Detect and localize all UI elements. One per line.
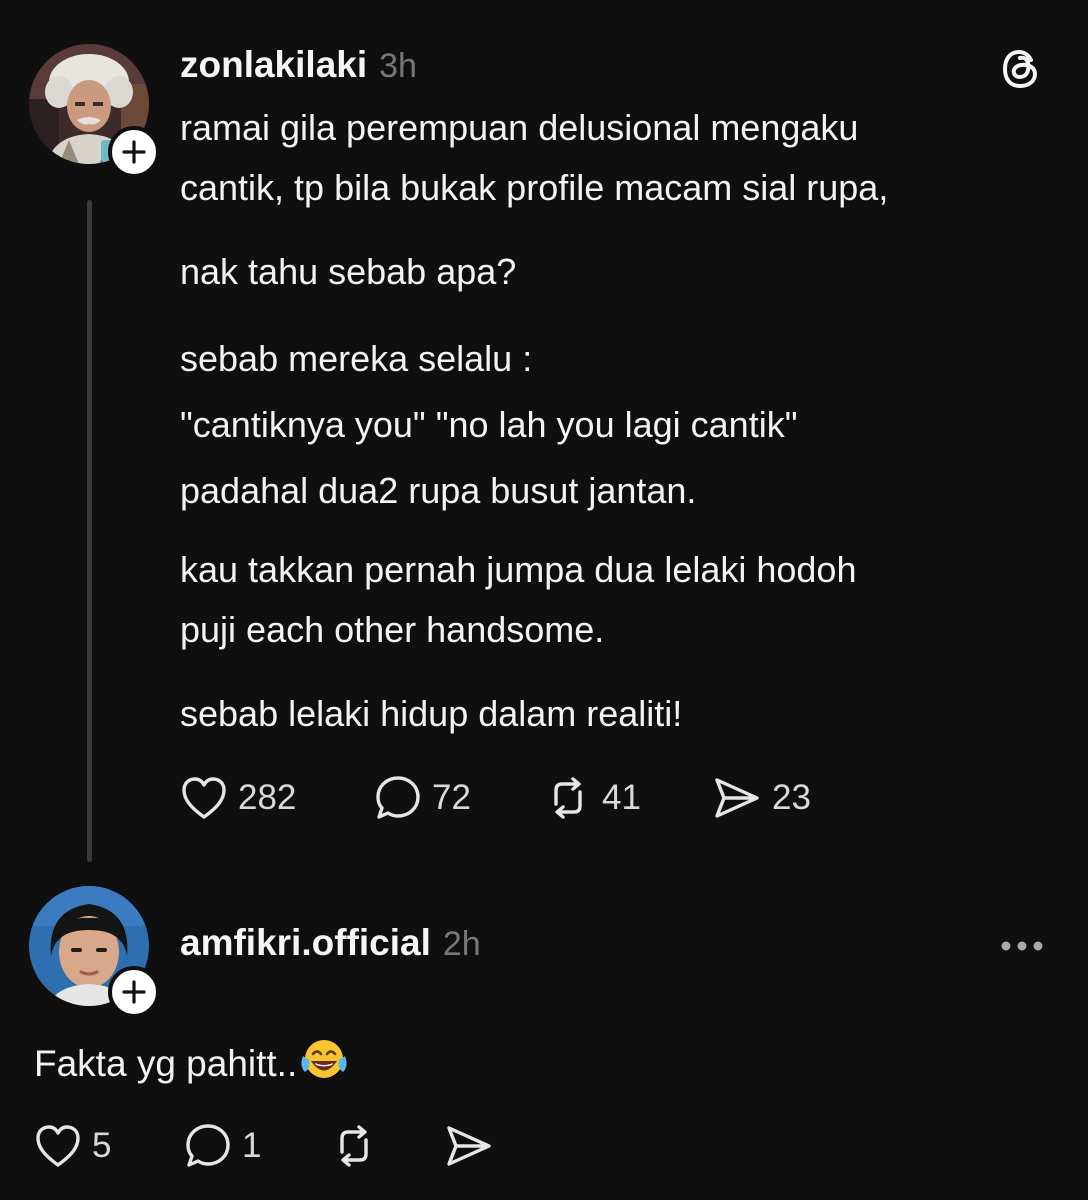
post-username[interactable]: zonlakilaki [180,44,367,86]
like-count: 5 [92,1126,112,1165]
reply-text: Fakta yg pahitt.. [34,1043,298,1084]
reply-button[interactable]: 1 [184,1122,330,1170]
post-line: sebab mereka selalu : [180,338,533,379]
post-paragraph-2: nak tahu sebab apa? [180,242,516,302]
post-paragraph-3: sebab mereka selalu : "cantiknya you" "n… [180,326,797,524]
reply-timestamp: 2h [442,925,481,963]
follow-button[interactable] [108,126,160,178]
heart-icon [36,1125,80,1167]
reply-button[interactable]: 72 [374,774,544,822]
repost-button[interactable]: 41 [544,774,712,822]
thread-connector-line [87,200,92,862]
post-line: cantik, tp bila bukak profile macam sial… [180,167,889,208]
post-action-bar: 282 72 41 23 [180,774,811,822]
reply-header: amfikri.official 2h [180,922,481,964]
reply-action-bar: 5 1 [34,1122,494,1170]
reply-body: Fakta yg pahitt.. [34,1034,349,1100]
post-line: "cantiknya you" "no lah you lagi cantik" [180,404,798,445]
post-paragraph-5: sebab lelaki hidup dalam realiti! [180,684,682,744]
post-line: kau takkan pernah jumpa dua lelaki hodoh [180,549,857,590]
send-icon [715,778,759,818]
post-header: zonlakilaki 3h [180,44,417,86]
reply-count: 1 [242,1126,262,1165]
more-options-icon[interactable] [996,930,1048,962]
reply-username[interactable]: amfikri.official [180,922,431,964]
post-line: sebab lelaki hidup dalam realiti! [180,693,683,734]
repost-icon [554,777,582,819]
post-timestamp: 3h [379,47,417,85]
post-line: ramai gila perempuan delusional mengaku [180,107,859,148]
post-line: nak tahu sebab apa? [180,251,517,292]
like-button[interactable]: 282 [180,775,374,821]
share-button[interactable]: 23 [712,774,811,822]
post-paragraph-4: kau takkan pernah jumpa dua lelaki hodoh… [180,540,856,660]
face-with-tears-of-joy-icon [299,1036,349,1100]
send-icon [447,1126,491,1166]
like-button[interactable]: 5 [34,1123,184,1169]
plus-icon [122,980,146,1004]
threads-logo-icon[interactable] [998,46,1044,92]
share-button[interactable] [444,1122,494,1170]
repost-icon [340,1125,368,1167]
post-paragraph-1: ramai gila perempuan delusional mengaku … [180,98,888,218]
heart-icon [182,777,226,819]
comment-bubble-icon [376,776,420,819]
post-line: puji each other handsome. [180,609,605,650]
post-line: padahal dua2 rupa busut jantan. [180,470,697,511]
reply-count: 72 [432,778,471,817]
like-count: 282 [238,778,297,817]
share-count: 23 [772,778,811,817]
follow-button[interactable] [108,966,160,1018]
repost-count: 41 [602,778,641,817]
comment-bubble-icon [186,1124,230,1167]
repost-button[interactable] [330,1122,444,1170]
plus-icon [122,140,146,164]
